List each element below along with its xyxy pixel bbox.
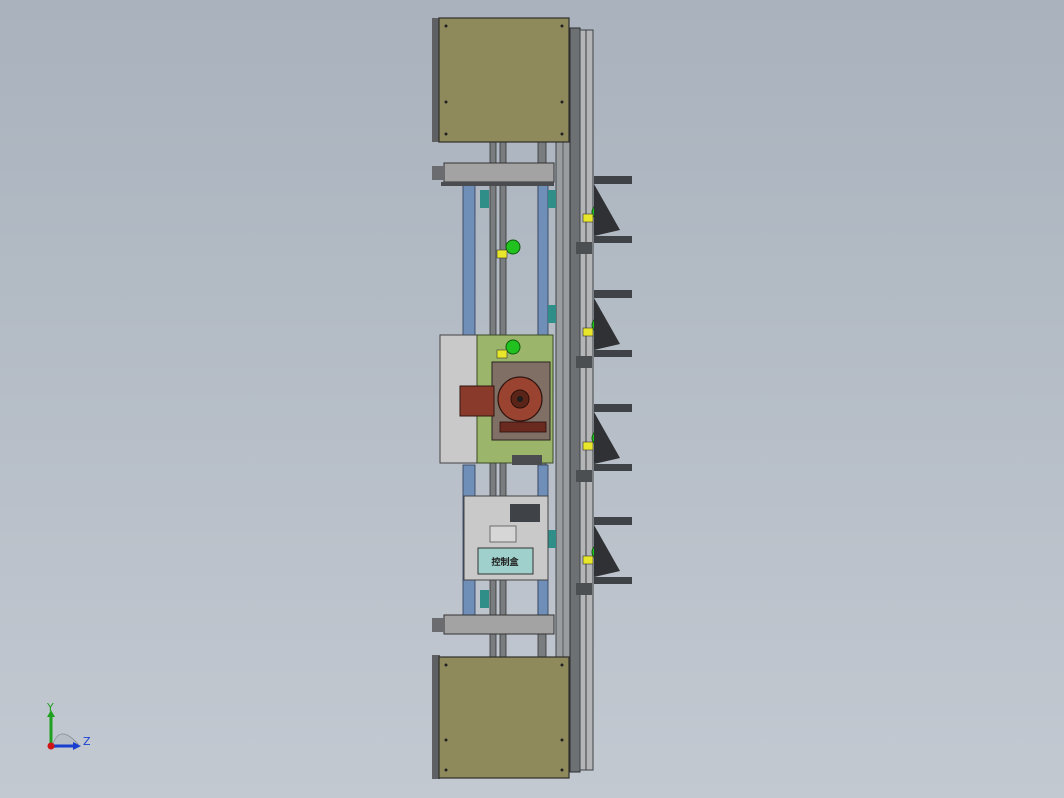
drive-unit	[439, 334, 554, 465]
control-panel-label: 控制盒	[491, 556, 519, 568]
triad-y-label: Y	[46, 701, 54, 714]
bottom-enclosure	[432, 655, 570, 779]
cad-viewport[interactable]: 控制盒 Y Z	[0, 0, 1064, 798]
lower-cross-beam	[432, 614, 555, 635]
upper-cross-beam	[432, 162, 555, 186]
top-enclosure	[432, 17, 570, 143]
triad-z-label: Z	[83, 735, 91, 748]
assembly-drawing: 控制盒 Y Z	[0, 0, 1064, 798]
